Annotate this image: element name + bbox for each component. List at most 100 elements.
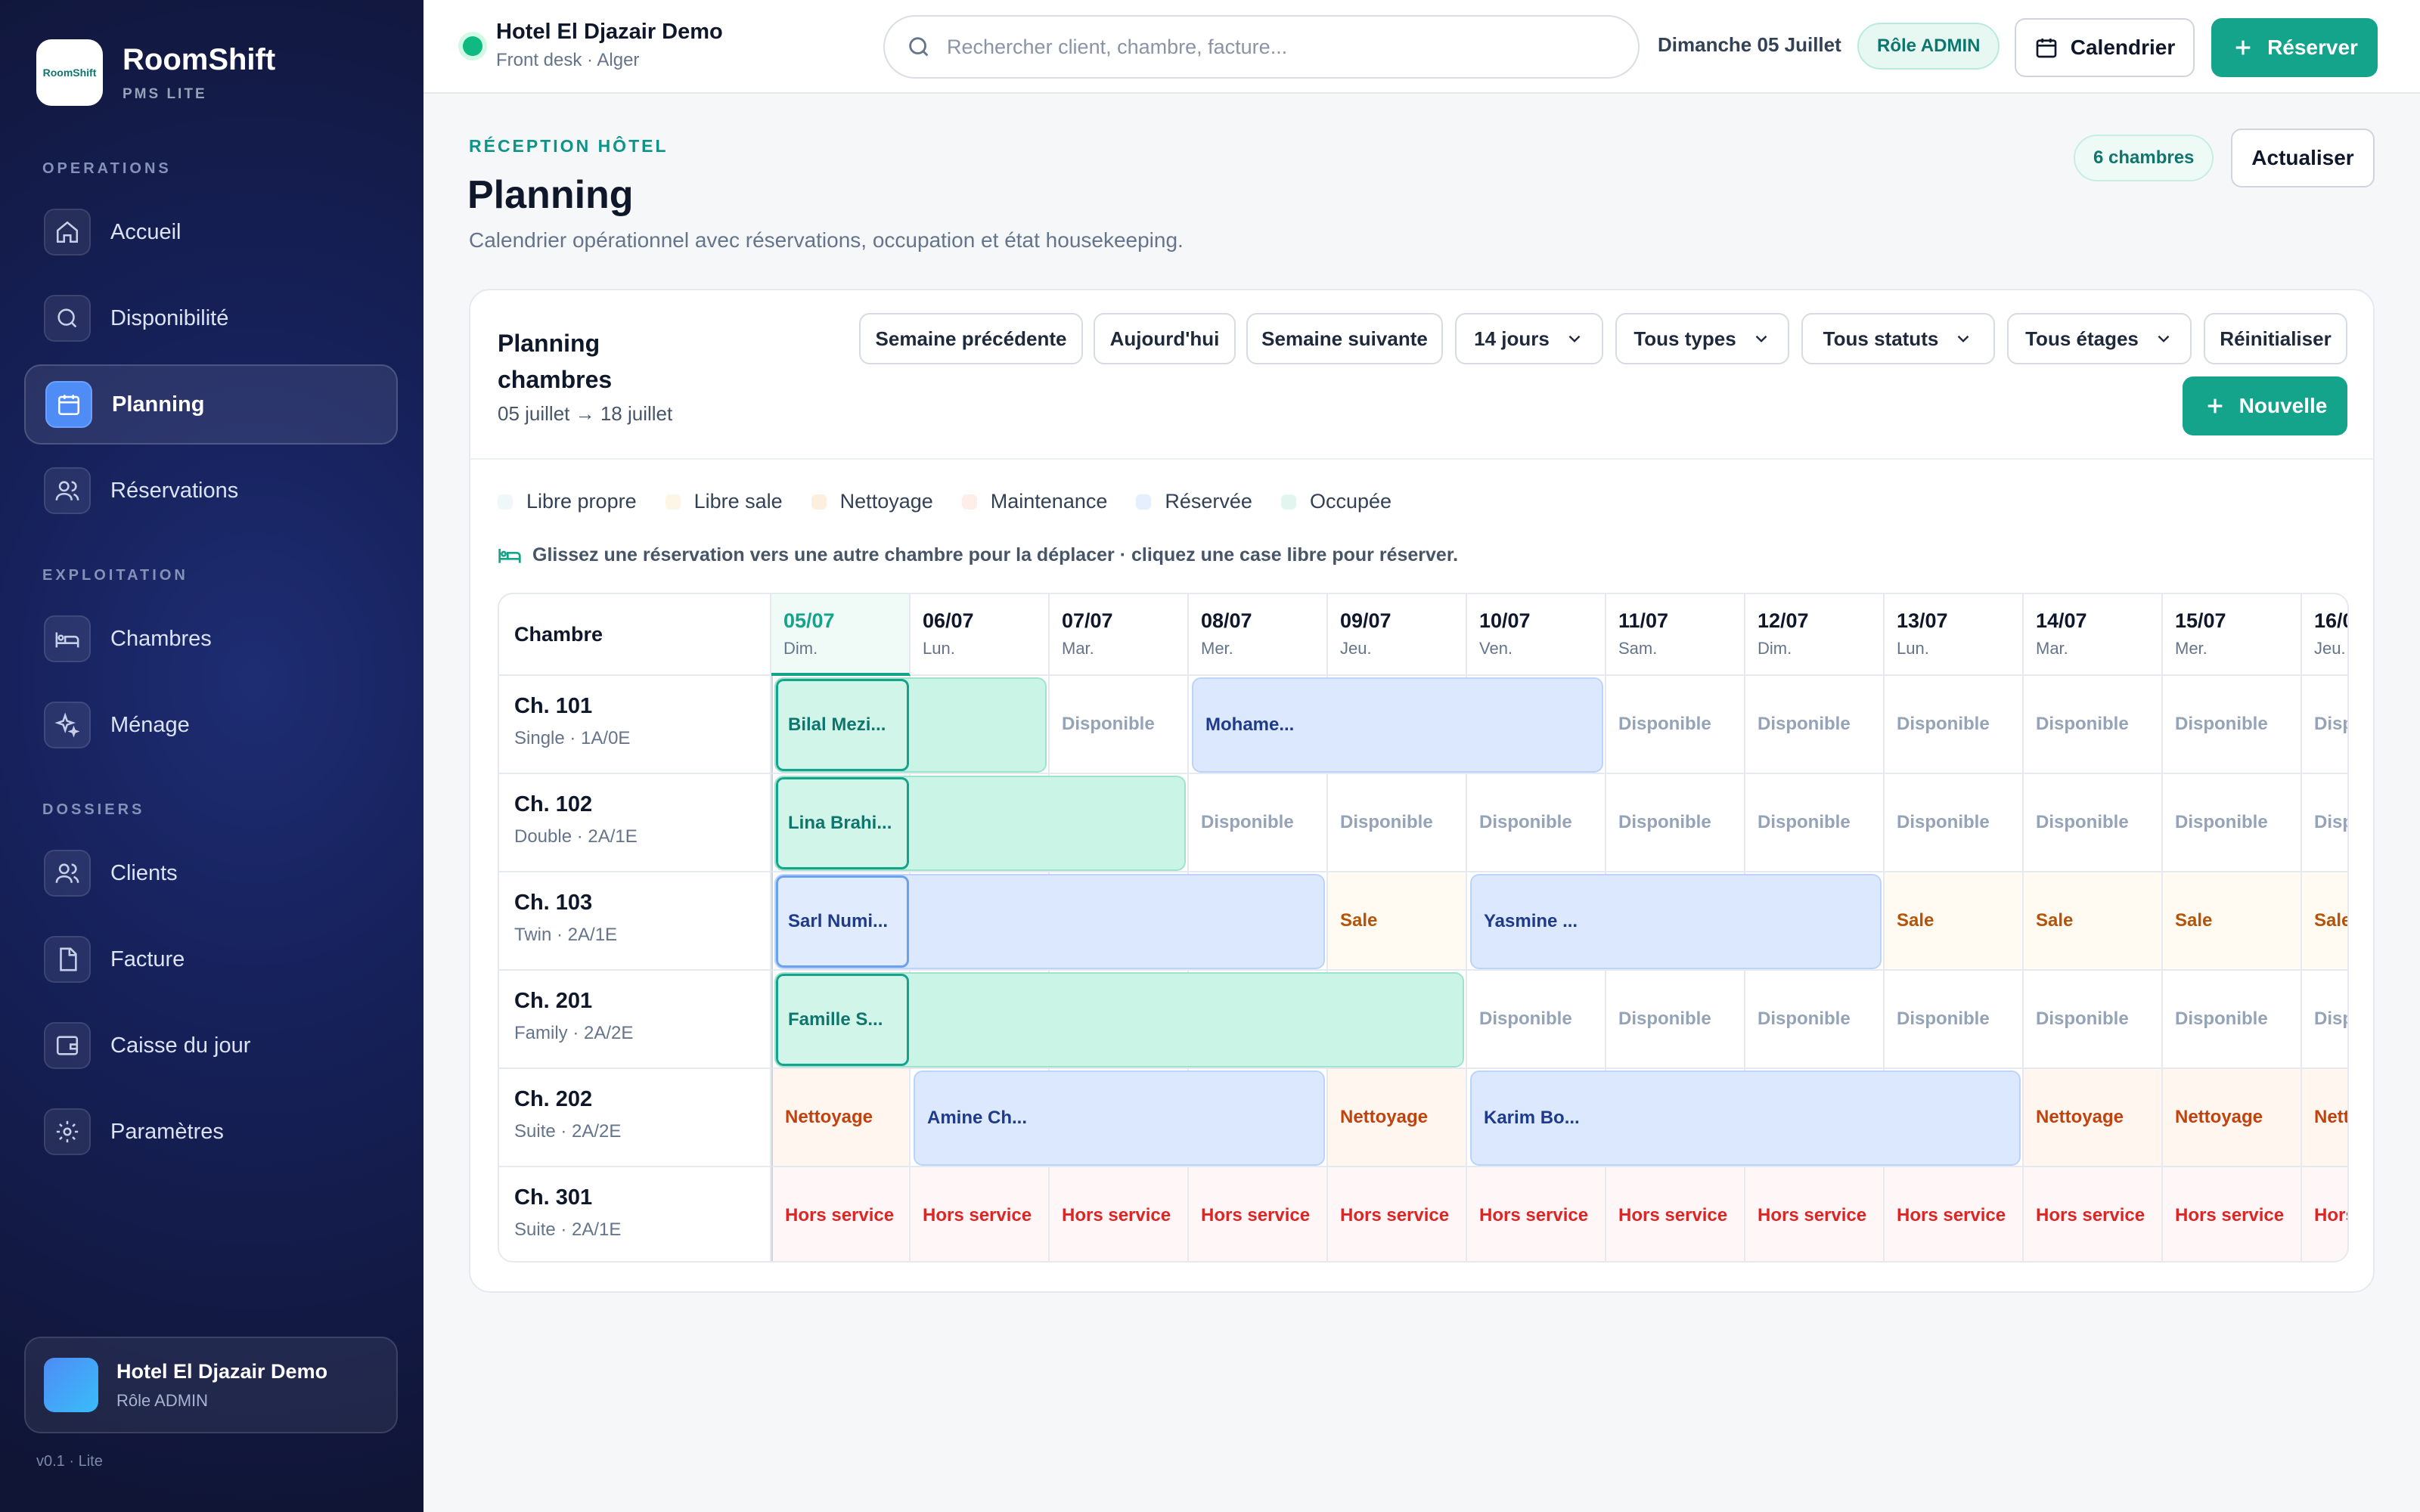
planning-cell[interactable]: Disponible <box>1885 676 2024 774</box>
room-row-header[interactable]: Ch. 201 Family · 2A/2E <box>499 971 771 1069</box>
refresh-button[interactable]: Actualiser <box>2231 129 2375 187</box>
reset-button[interactable]: Réinitialiser <box>2204 313 2347 364</box>
today-button[interactable]: Aujourd'hui <box>1094 313 1236 364</box>
sidebar-item-facture[interactable]: Facture <box>24 919 398 999</box>
date-column-header: 11/07 Sam. <box>1606 594 1745 676</box>
planning-cell[interactable]: Sale <box>2024 872 2163 971</box>
room-row-header[interactable]: Ch. 101 Single · 1A/0E <box>499 676 771 774</box>
planning-cell[interactable]: Hors service <box>1745 1167 1885 1261</box>
etages-select[interactable]: Tous étages <box>2007 313 2192 364</box>
reserve-button[interactable]: Réserver <box>2211 18 2378 77</box>
search-box[interactable] <box>883 15 1640 79</box>
topbar-hotel-name: Hotel El Djazair Demo <box>496 20 723 44</box>
planning-cell[interactable]: Hors service <box>1328 1167 1467 1261</box>
room-row-header[interactable]: Ch. 202 Suite · 2A/2E <box>499 1069 771 1167</box>
planning-cell[interactable]: Nettoyage <box>2163 1069 2302 1167</box>
reservation-block[interactable]: Sarl Numi... <box>774 874 1325 969</box>
next-week-button[interactable]: Semaine suivante <box>1246 313 1443 364</box>
planning-cell[interactable]: Disponible <box>1885 774 2024 872</box>
planning-cell[interactable]: Hors service <box>1467 1167 1606 1261</box>
planning-cell[interactable]: Disponible <box>2024 971 2163 1069</box>
planning-cell[interactable]: Sale <box>2163 872 2302 971</box>
sidebar-item-planning[interactable]: Planning <box>24 364 398 445</box>
legend-swatch <box>1136 494 1152 510</box>
planning-cell[interactable]: Sale <box>2302 872 2347 971</box>
sidebar-item-chambres[interactable]: Chambres <box>24 599 398 679</box>
planning-cell[interactable]: Disponible <box>1606 971 1745 1069</box>
weekday-label: Sam. <box>1618 639 1658 658</box>
weekday-label: Mer. <box>1201 639 1233 658</box>
date-column-header: 15/07 Mer. <box>2163 594 2302 676</box>
page-description: Calendrier opérationnel avec réservation… <box>469 228 1184 252</box>
planning-cell[interactable]: Disponible <box>1606 676 1745 774</box>
sidebar-item-clients[interactable]: Clients <box>24 833 398 913</box>
planning-cell[interactable]: Disponible <box>2302 676 2347 774</box>
planning-cell[interactable]: Hors service <box>911 1167 1050 1261</box>
new-reservation-button[interactable]: Nouvelle <box>2183 376 2347 435</box>
planning-cell[interactable]: Disponible <box>1745 774 1885 872</box>
sidebar-item-parametres[interactable]: Paramètres <box>24 1092 398 1172</box>
days-select[interactable]: 14 jours <box>1455 313 1603 364</box>
planning-cell[interactable]: Nettoyage <box>2024 1069 2163 1167</box>
legend-item: Réservée <box>1136 490 1252 513</box>
room-row-header[interactable]: Ch. 103 Twin · 2A/1E <box>499 872 771 971</box>
planning-cell[interactable]: Hors service <box>1885 1167 2024 1261</box>
weekday-label: Mer. <box>2175 639 2207 658</box>
planning-cell[interactable]: Disponible <box>1745 676 1885 774</box>
planning-cell[interactable]: Sale <box>1328 872 1467 971</box>
reservation-block[interactable]: Bilal Mezi... <box>774 677 1047 773</box>
room-row-header[interactable]: Ch. 301 Suite · 2A/1E <box>499 1167 771 1261</box>
reservation-block[interactable]: Famille S... <box>774 972 1464 1067</box>
reservation-block[interactable]: Karim Bo... <box>1470 1070 2021 1166</box>
reservation-block[interactable]: Mohame... <box>1192 677 1603 773</box>
planning-cell[interactable]: Hors service <box>2302 1167 2347 1261</box>
planning-cell[interactable]: Disponible <box>1467 774 1606 872</box>
planning-cell[interactable]: Nettoyage <box>1328 1069 1467 1167</box>
planning-cell[interactable]: Disponible <box>1189 774 1328 872</box>
planning-cell[interactable]: Hors service <box>2163 1167 2302 1261</box>
planning-cell[interactable]: Disponible <box>1328 774 1467 872</box>
planning-cell[interactable]: Disponible <box>1050 676 1189 774</box>
planning-cell[interactable]: Hors service <box>771 1167 911 1261</box>
legend-item: Occupée <box>1280 490 1392 513</box>
planning-cell[interactable]: Hors service <box>1189 1167 1328 1261</box>
brand[interactable]: RoomShift RoomShift PMS LITE <box>36 39 275 106</box>
reservation-block[interactable]: Amine Ch... <box>914 1070 1325 1166</box>
planning-cell[interactable]: Disponible <box>2163 676 2302 774</box>
room-row-header[interactable]: Ch. 102 Double · 2A/1E <box>499 774 771 872</box>
planning-cell[interactable]: Nettoyage <box>771 1069 911 1167</box>
planning-cell[interactable]: Disponible <box>1885 971 2024 1069</box>
sidebar-item-accueil[interactable]: Accueil <box>24 192 398 272</box>
search-input[interactable] <box>947 35 1612 59</box>
sidebar-item-label: Disponibilité <box>110 305 229 330</box>
planning-cell[interactable]: Disponible <box>2024 774 2163 872</box>
planning-cell[interactable]: Disponible <box>2302 971 2347 1069</box>
planning-cell[interactable]: Hors service <box>1050 1167 1189 1261</box>
planning-cell[interactable]: Disponible <box>1606 774 1745 872</box>
sidebar-item-menage[interactable]: Ménage <box>24 685 398 765</box>
hotel-card[interactable]: Hotel El Djazair Demo Rôle ADMIN <box>24 1337 398 1433</box>
planning-cell[interactable]: Disponible <box>1745 971 1885 1069</box>
planning-cell[interactable]: Disponible <box>2163 971 2302 1069</box>
types-select[interactable]: Tous types <box>1615 313 1789 364</box>
file-icon <box>44 936 91 983</box>
statuts-select-value: Tous statuts <box>1823 327 1939 350</box>
planning-cell[interactable]: Disponible <box>2163 774 2302 872</box>
reservation-block[interactable]: Yasmine ... <box>1470 874 1882 969</box>
planning-cell[interactable]: Disponible <box>1467 971 1606 1069</box>
planning-cell[interactable]: Sale <box>1885 872 2024 971</box>
sidebar-item-disponibilite[interactable]: Disponibilité <box>24 278 398 358</box>
sidebar-item-caisse[interactable]: Caisse du jour <box>24 1005 398 1086</box>
prev-week-button[interactable]: Semaine précédente <box>859 313 1083 364</box>
planning-cell[interactable]: Hors service <box>1606 1167 1745 1261</box>
sidebar-item-reservations[interactable]: Réservations <box>24 451 398 531</box>
planning-cell[interactable]: Disponible <box>2024 676 2163 774</box>
planning-cell[interactable]: Disponible <box>2302 774 2347 872</box>
statuts-select[interactable]: Tous statuts <box>1801 313 1995 364</box>
weekday-label: Jeu. <box>1340 639 1372 658</box>
calendar-button[interactable]: Calendrier <box>2015 18 2195 77</box>
reservation-block[interactable]: Lina Brahi... <box>774 776 1186 871</box>
planning-cell[interactable]: Nettoyage <box>2302 1069 2347 1167</box>
planning-cell[interactable]: Hors service <box>2024 1167 2163 1261</box>
sparkle-icon <box>44 702 91 748</box>
